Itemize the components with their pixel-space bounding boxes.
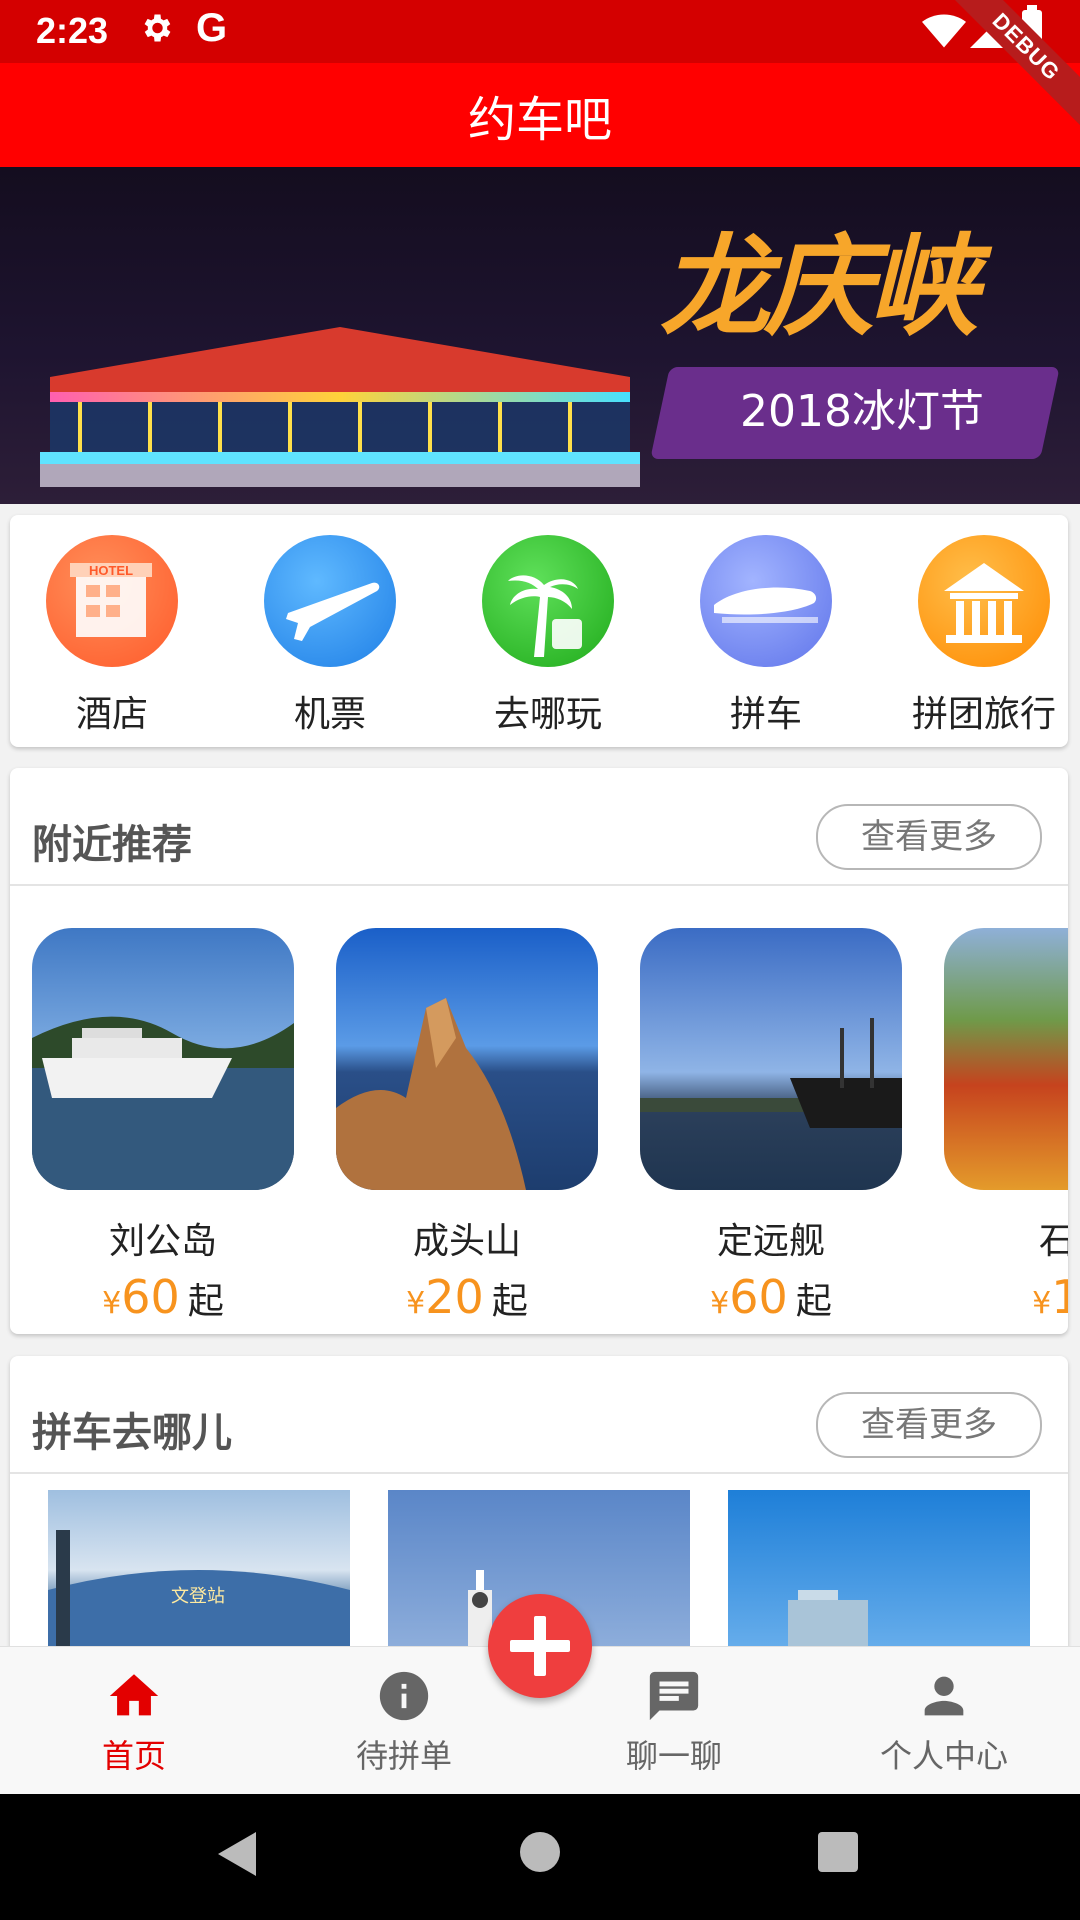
see-more-button[interactable]: 查看更多 [816, 1392, 1042, 1458]
home-icon [109, 1674, 159, 1716]
page-title: 约车吧 [467, 92, 612, 148]
place-item[interactable]: 成头山 ¥20 起 [336, 928, 598, 1324]
category-card: HOTEL 酒店 机票 去哪玩 拼车 拼团旅行 [10, 515, 1068, 747]
place-image [336, 928, 598, 1190]
section-header: 拼车去哪儿 查看更多 [10, 1356, 1068, 1474]
nav-home[interactable]: 首页 [24, 1667, 244, 1777]
chat-icon [649, 1671, 699, 1721]
palm-tree-icon [482, 535, 614, 667]
section-title: 拼车去哪儿 [32, 1410, 232, 1456]
recent-apps-icon[interactable] [818, 1832, 858, 1872]
svg-text:文登站: 文登站 [171, 1586, 225, 1607]
section-title: 附近推荐 [32, 822, 192, 868]
place-price: ¥20 起 [406, 1270, 528, 1324]
status-time: 2:23 [36, 10, 109, 51]
place-image [32, 928, 294, 1190]
place-price: ¥60 起 [102, 1270, 224, 1324]
add-button[interactable] [488, 1594, 592, 1698]
place-name: 刘公岛 [108, 1221, 217, 1262]
nav-label: 待拼单 [355, 1737, 452, 1775]
category-label: 机票 [293, 694, 366, 735]
place-price: ¥12 [1032, 1270, 1068, 1324]
system-navigation-bar [0, 1794, 1080, 1920]
train-icon [700, 535, 832, 667]
nav-profile[interactable]: 个人中心 [834, 1667, 1054, 1777]
category-flight[interactable]: 机票 [240, 535, 420, 737]
category-label: 拼车 [729, 694, 802, 735]
category-hotel[interactable]: HOTEL 酒店 [22, 535, 202, 737]
place-image [640, 928, 902, 1190]
category-label: 拼团旅行 [911, 694, 1056, 735]
nearby-card: 附近推荐 查看更多 刘公岛 ¥60起 成头山 ¥20起 定远舰 ¥60起 石岛 … [10, 768, 1068, 1334]
airplane-icon [264, 535, 396, 667]
wifi-icon [922, 14, 966, 48]
destination-image[interactable]: 文登站 [48, 1490, 350, 1656]
place-name: 定远舰 [716, 1221, 825, 1262]
place-item[interactable]: 石岛 ¥12 [944, 928, 1068, 1324]
category-label: 酒店 [75, 694, 148, 735]
see-more-button[interactable]: 查看更多 [816, 804, 1042, 870]
category-label: 去哪玩 [493, 694, 602, 735]
banner-subtitle: 2018冰灯节 [740, 386, 984, 437]
category-group-tour[interactable]: 拼团旅行 [894, 535, 1068, 737]
place-image [944, 928, 1068, 1190]
temple-icon [918, 535, 1050, 667]
hotel-icon: HOTEL [46, 535, 178, 667]
status-bar: 2:23 G [0, 0, 1080, 63]
place-item[interactable]: 定远舰 ¥60 起 [640, 928, 902, 1324]
person-icon [924, 1676, 964, 1716]
app-bar: 约车吧 [0, 63, 1080, 167]
google-icon: G [196, 6, 228, 50]
nav-label: 首页 [101, 1737, 166, 1775]
home-circle-icon[interactable] [520, 1832, 560, 1872]
svg-text:HOTEL: HOTEL [89, 563, 133, 578]
nav-label: 个人中心 [879, 1737, 1008, 1775]
category-travel[interactable]: 去哪玩 [458, 535, 638, 737]
section-header: 附近推荐 查看更多 [10, 768, 1068, 886]
place-name: 石岛 [1038, 1221, 1068, 1262]
place-price: ¥60 起 [710, 1270, 832, 1324]
place-name: 成头山 [412, 1221, 521, 1262]
gear-icon [144, 14, 171, 42]
destination-image[interactable] [728, 1490, 1030, 1656]
nav-pending-orders[interactable]: 待拼单 [294, 1667, 514, 1777]
back-icon[interactable] [218, 1832, 256, 1876]
place-item[interactable]: 刘公岛 ¥60 起 [32, 928, 294, 1324]
banner-carousel[interactable]: 龙庆峡 2018冰灯节 [0, 167, 1080, 504]
info-icon [379, 1671, 429, 1721]
banner-title: 龙庆峡 [660, 222, 978, 351]
banner-bridge-image [40, 327, 640, 487]
nav-label: 聊一聊 [625, 1737, 722, 1775]
nav-chat[interactable]: 聊一聊 [564, 1667, 784, 1777]
category-carpool[interactable]: 拼车 [676, 535, 856, 737]
